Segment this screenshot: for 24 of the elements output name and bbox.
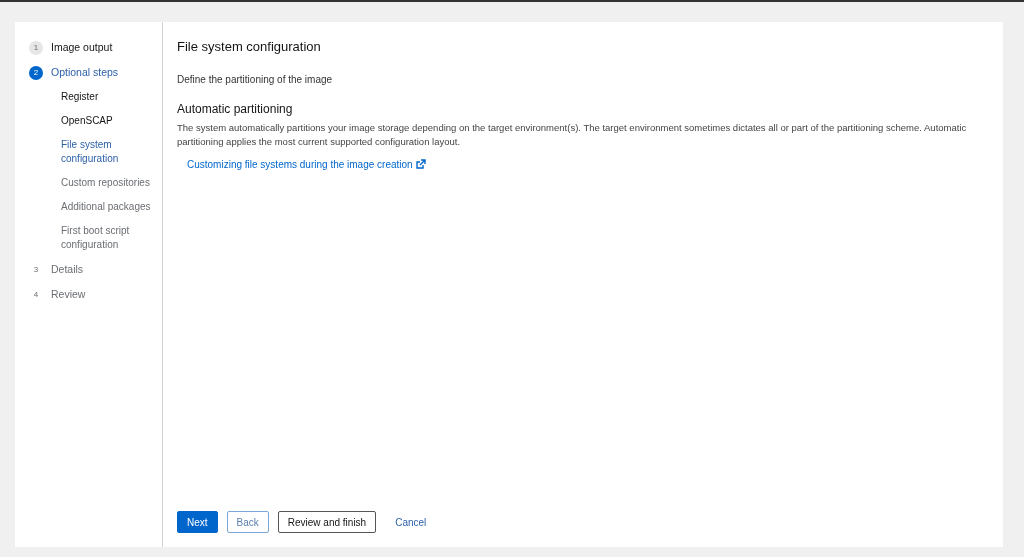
cancel-link[interactable]: Cancel [385,511,437,533]
external-link[interactable]: Customizing file systems during the image creation [187,156,426,172]
step-number: 2 [29,65,43,80]
wizard-substep[interactable]: Register [29,85,162,109]
step-number: 3 [32,263,40,276]
wizard-substep[interactable]: Additional packages [29,195,162,219]
step-number: 4 [32,288,40,301]
section-text: The system automatically partitions your image storage depending on the target environment(s). The target environment sometimes dictates all or part of the partitioning scheme. Automatic partitioning applies the most current supported configuration layout. [177,120,968,149]
step-number: 1 [29,40,43,55]
wizard-substep[interactable]: File system configuration [29,133,162,171]
section-title: Automatic partitioning [177,100,294,118]
wizard-step[interactable]: 3 Details [29,257,162,282]
action-button[interactable]: Review and finish [277,511,377,533]
wizard-substep[interactable]: OpenSCAP [29,109,162,133]
wizard-substep[interactable]: First boot script configuration [29,219,162,257]
wizard-substep[interactable]: Custom repositories [29,171,162,195]
wizard-step[interactable]: 4 Review [29,282,162,307]
description-text: Define the partitioning of the image [177,72,334,87]
action-button[interactable]: Next [177,511,218,533]
action-button[interactable]: Back [226,511,269,533]
page-title: File system configuration [177,38,322,56]
wizard-step[interactable]: 2 Optional steps [29,60,162,85]
external-link-icon [415,159,426,169]
wizard-step[interactable]: 1 Image output [29,35,162,60]
